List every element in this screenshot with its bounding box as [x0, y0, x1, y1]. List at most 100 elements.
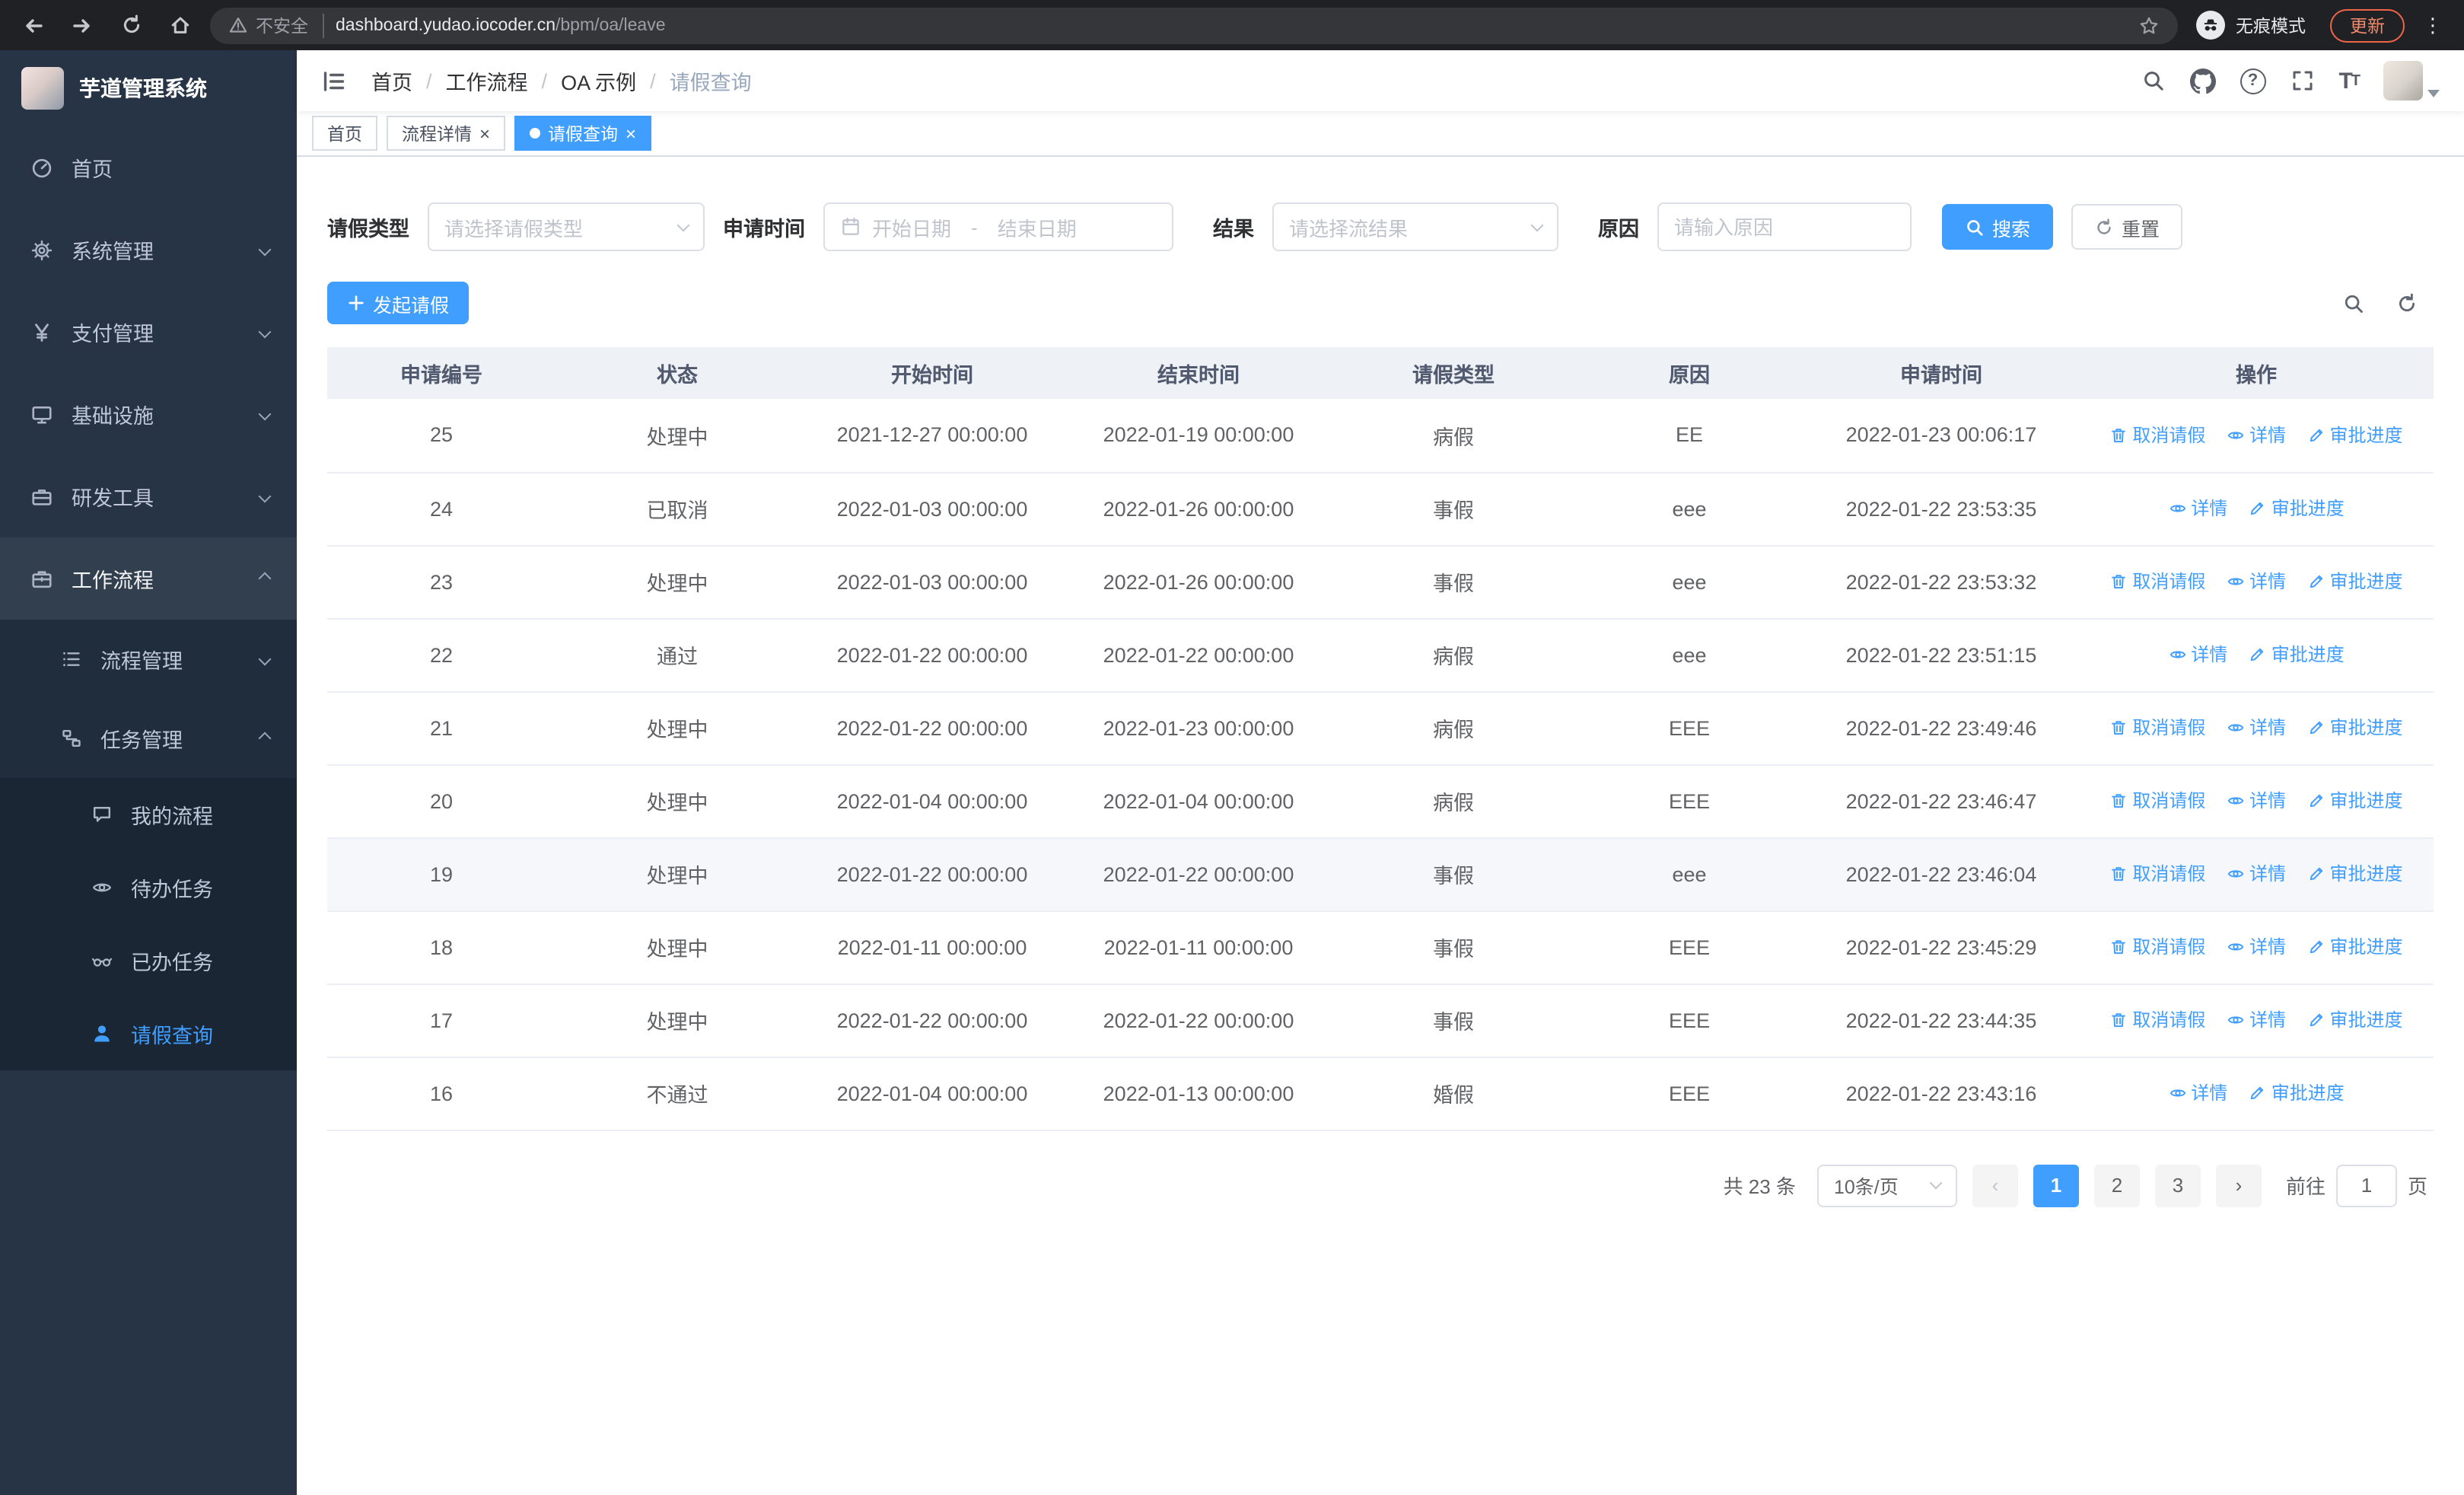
tab-process-detail[interactable]: 流程详情 ×: [387, 116, 506, 151]
sidebar-item-devtools[interactable]: 研发工具: [0, 455, 297, 537]
approval-progress-link[interactable]: 审批进度: [2249, 496, 2345, 521]
approval-progress-link[interactable]: 审批进度: [2307, 1007, 2403, 1033]
next-page-button[interactable]: ›: [2215, 1164, 2262, 1207]
browser-back-button[interactable]: [15, 7, 52, 43]
detail-link[interactable]: 详情: [2227, 569, 2286, 594]
detail-link[interactable]: 详情: [2168, 1080, 2227, 1106]
close-icon[interactable]: ×: [626, 124, 636, 142]
cancel-leave-link[interactable]: 取消请假: [2109, 569, 2205, 594]
approval-progress-link[interactable]: 审批进度: [2307, 569, 2403, 594]
cancel-leave-link[interactable]: 取消请假: [2109, 1007, 2205, 1033]
browser-home-button[interactable]: [161, 7, 198, 43]
reset-button[interactable]: 重置: [2071, 204, 2183, 250]
close-icon[interactable]: ×: [479, 124, 490, 142]
detail-link[interactable]: 详情: [2227, 934, 2286, 960]
flowchart-icon: [62, 729, 81, 748]
cell-status: 处理中: [556, 837, 799, 911]
app-logo[interactable]: 芋道管理系统: [0, 50, 297, 126]
header-search-button[interactable]: [2141, 69, 2165, 93]
detail-link[interactable]: 详情: [2227, 788, 2286, 814]
table-toolbar: 发起请假: [327, 282, 2434, 324]
leave-type-select[interactable]: 请选择请假类型: [428, 202, 705, 251]
edit-pen-icon: [2251, 648, 2264, 661]
cancel-leave-link[interactable]: 取消请假: [2109, 861, 2205, 887]
sidebar-item-workflow[interactable]: 工作流程: [0, 537, 297, 620]
cell-apply-time: 2022-01-22 23:53:32: [1803, 545, 2079, 619]
help-button[interactable]: ?: [2240, 68, 2266, 94]
search-button-label: 搜索: [1992, 218, 2031, 240]
cancel-leave-link[interactable]: 取消请假: [2109, 788, 2205, 814]
browser-reload-button[interactable]: [113, 7, 149, 43]
cell-reason: EE: [1575, 399, 1803, 473]
sidebar-item-todo-tasks[interactable]: 待办任务: [0, 851, 297, 924]
breadcrumb-separator: /: [650, 69, 656, 92]
search-button[interactable]: 搜索: [1942, 204, 2054, 250]
approval-progress-link[interactable]: 审批进度: [2249, 642, 2345, 668]
approval-progress-link[interactable]: 审批进度: [2307, 934, 2403, 960]
sidebar-item-leave-query[interactable]: 请假查询: [0, 997, 297, 1070]
breadcrumb-workflow[interactable]: 工作流程: [446, 65, 528, 96]
security-warning[interactable]: 不安全: [228, 13, 323, 37]
cancel-leave-label: 取消请假: [2132, 717, 2206, 739]
sidebar-item-payment[interactable]: 支付管理: [0, 291, 297, 373]
breadcrumb-home[interactable]: 首页: [371, 65, 412, 96]
cancel-leave-link[interactable]: 取消请假: [2109, 715, 2205, 741]
approval-progress-link[interactable]: 审批进度: [2249, 1080, 2345, 1106]
toggle-search-button[interactable]: [2342, 292, 2365, 314]
page-size-select[interactable]: 10条/页: [1816, 1164, 1957, 1207]
cancel-leave-link[interactable]: 取消请假: [2109, 934, 2205, 960]
sidebar-item-done-tasks[interactable]: 已办任务: [0, 924, 297, 997]
page-button-2[interactable]: 2: [2093, 1164, 2140, 1207]
sidebar-item-system[interactable]: 系统管理: [0, 209, 297, 291]
tab-home[interactable]: 首页: [312, 116, 377, 151]
page-button-3[interactable]: 3: [2154, 1164, 2201, 1207]
sidebar-item-label: 任务管理: [100, 729, 183, 752]
sidebar: 芋道管理系统 首页 系统管理 支付管理 基础设施 研发工具 工作流程 流程管理 …: [0, 50, 297, 1495]
cell-actions: 取消请假 详情 审批进度: [2079, 983, 2434, 1057]
address-bar[interactable]: 不安全 dashboard.yudao.iocoder.cn/bpm/oa/le…: [210, 7, 2178, 43]
sidebar-item-infra[interactable]: 基础设施: [0, 373, 297, 455]
tab-leave-query[interactable]: 请假查询 ×: [514, 116, 652, 151]
sidebar-item-my-process[interactable]: 我的流程: [0, 778, 297, 851]
browser-update-button[interactable]: 更新: [2330, 8, 2405, 42]
goto-page-input[interactable]: [2335, 1164, 2397, 1207]
breadcrumb: 首页 / 工作流程 / OA 示例 / 请假查询: [371, 65, 752, 96]
sidebar-item-process-management[interactable]: 流程管理: [0, 620, 297, 699]
cancel-leave-label: 取消请假: [2132, 790, 2206, 812]
detail-link[interactable]: 详情: [2227, 715, 2286, 741]
approval-progress-link[interactable]: 审批进度: [2307, 422, 2403, 448]
detail-link[interactable]: 详情: [2227, 1007, 2286, 1033]
reason-input[interactable]: [1674, 215, 1895, 238]
approval-progress-link[interactable]: 审批进度: [2307, 788, 2403, 814]
browser-menu-button[interactable]: ⋮: [2417, 13, 2449, 37]
sidebar-item-home[interactable]: 首页: [0, 126, 297, 209]
column-header-start: 开始时间: [799, 347, 1065, 399]
refresh-table-button[interactable]: [2396, 292, 2418, 314]
sidebar-collapse-button[interactable]: [321, 68, 347, 94]
user-menu[interactable]: [2383, 61, 2440, 100]
page-button-1[interactable]: 1: [2033, 1164, 2079, 1207]
browser-forward-button[interactable]: [64, 7, 100, 43]
reason-input-wrap[interactable]: [1657, 202, 1912, 251]
detail-label: 详情: [2249, 425, 2286, 446]
breadcrumb-oa-example[interactable]: OA 示例: [561, 65, 636, 96]
detail-link[interactable]: 详情: [2227, 861, 2286, 887]
detail-link[interactable]: 详情: [2168, 642, 2227, 668]
prev-page-button[interactable]: ‹: [1972, 1164, 2018, 1207]
detail-link[interactable]: 详情: [2168, 496, 2227, 521]
cell-start-time: 2022-01-04 00:00:00: [799, 764, 1065, 838]
approval-progress-link[interactable]: 审批进度: [2307, 715, 2403, 741]
font-size-button[interactable]: TT: [2338, 68, 2361, 94]
bookmark-star-button[interactable]: [2138, 14, 2160, 36]
result-select[interactable]: 请选择流结果: [1272, 202, 1558, 251]
detail-link[interactable]: 详情: [2227, 422, 2286, 448]
github-link[interactable]: [2189, 68, 2216, 94]
cancel-leave-link[interactable]: 取消请假: [2109, 422, 2205, 448]
sidebar-item-task-management[interactable]: 任务管理: [0, 699, 297, 778]
create-leave-button[interactable]: 发起请假: [327, 282, 470, 324]
approval-progress-label: 审批进度: [2329, 863, 2403, 885]
approval-progress-link[interactable]: 审批进度: [2307, 861, 2403, 887]
fullscreen-button[interactable]: [2290, 69, 2314, 93]
cell-start-time: 2022-01-11 00:00:00: [799, 910, 1065, 984]
apply-time-range-picker[interactable]: 开始日期 - 结束日期: [823, 202, 1173, 251]
